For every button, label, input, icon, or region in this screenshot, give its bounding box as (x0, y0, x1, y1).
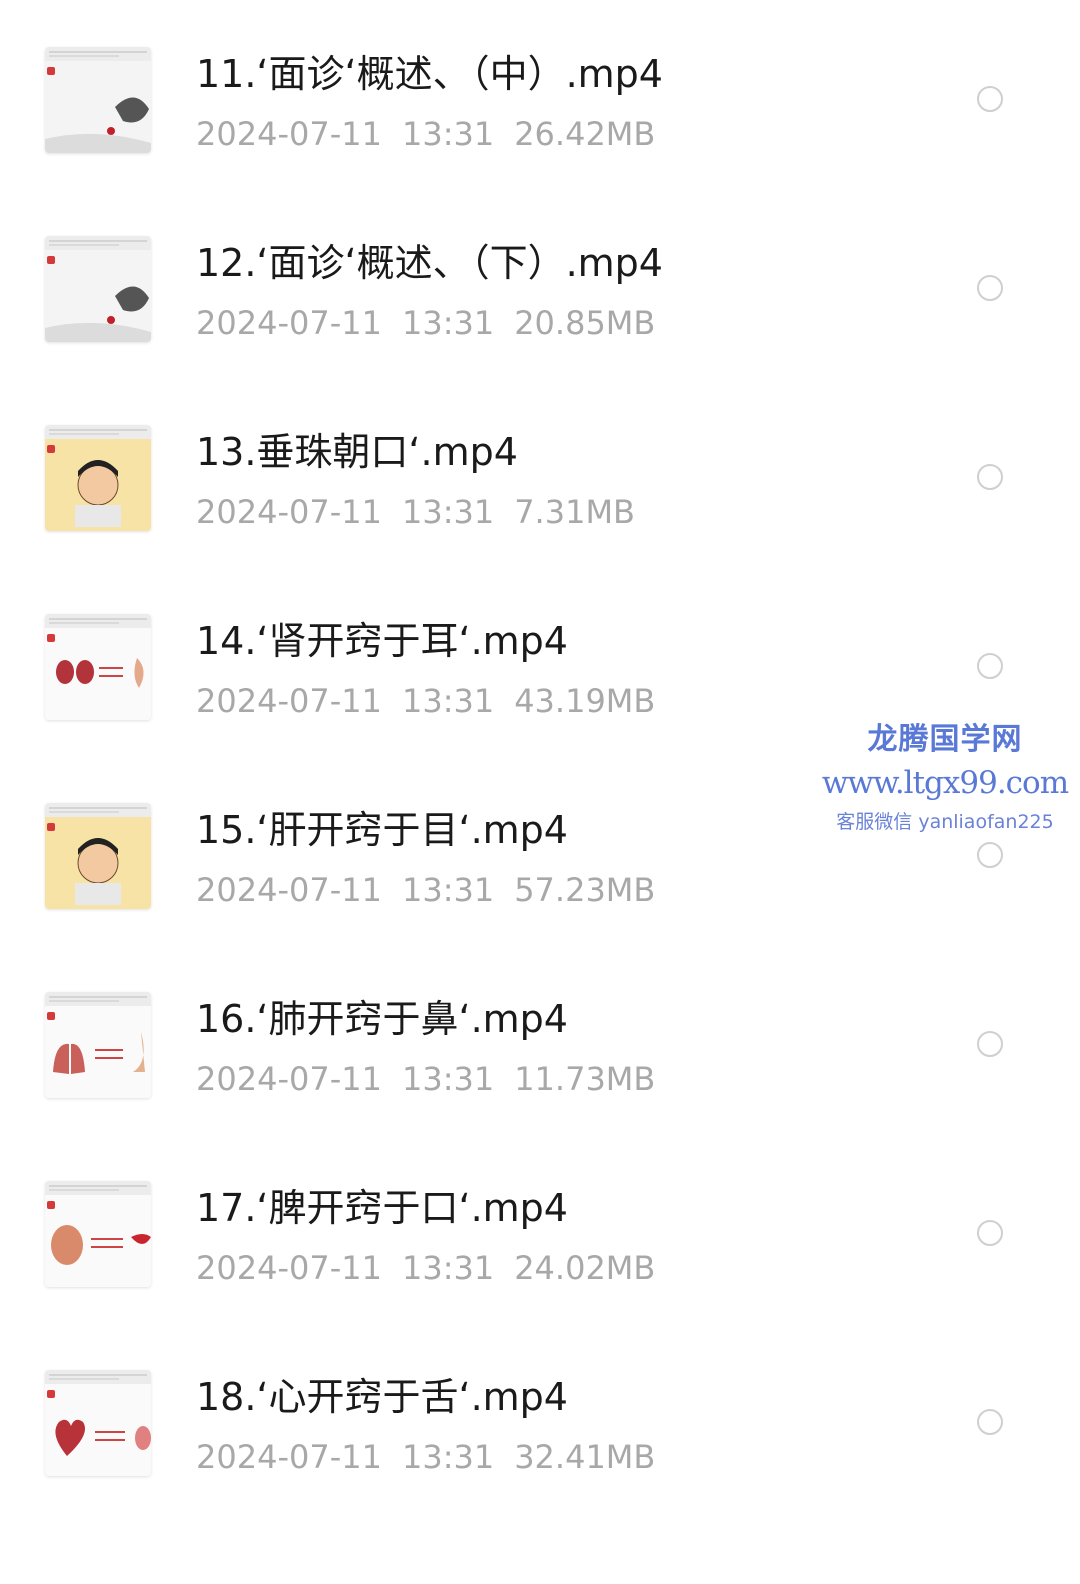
select-radio[interactable] (977, 86, 1003, 112)
file-time: 13:31 (401, 871, 495, 909)
file-meta: 2024-07-11 13:31 43.19MB (196, 679, 675, 723)
file-meta: 2024-07-11 13:31 57.23MB (196, 868, 675, 912)
file-name: 15.‘肝开窍于目‘.mp4 (196, 808, 568, 852)
file-time: 13:31 (401, 304, 495, 342)
file-meta: 2024-07-11 13:31 24.02MB (196, 1246, 675, 1290)
file-time: 13:31 (401, 682, 495, 720)
file-row[interactable]: 16.‘肺开窍于鼻‘.mp4 2024-07-11 13:31 11.73MB (0, 945, 1080, 1134)
thumb-slide-ink-icon (45, 236, 151, 342)
file-name: 16.‘肺开窍于鼻‘.mp4 (196, 997, 568, 1041)
file-name: 12.‘面诊‘概述、（下）.mp4 (196, 241, 663, 285)
thumb-slide-spleen-mouth-icon (45, 1181, 151, 1287)
file-date: 2024-07-11 (196, 871, 382, 909)
file-name: 14.‘肾开窍于耳‘.mp4 (196, 619, 568, 663)
select-radio[interactable] (977, 464, 1003, 490)
file-time: 13:31 (401, 1249, 495, 1287)
file-date: 2024-07-11 (196, 304, 382, 342)
select-radio[interactable] (977, 275, 1003, 301)
file-time: 13:31 (401, 1438, 495, 1476)
thumb-slide-face-icon (45, 803, 151, 909)
file-name: 17.‘脾开窍于口‘.mp4 (196, 1186, 568, 1230)
thumb-slide-kidney-ear-icon (45, 614, 151, 720)
file-size: 32.41MB (514, 1438, 656, 1476)
file-size: 43.19MB (514, 682, 656, 720)
thumb-slide-ink-icon (45, 47, 151, 153)
file-row[interactable]: 17.‘脾开窍于口‘.mp4 2024-07-11 13:31 24.02MB (0, 1134, 1080, 1323)
file-meta: 2024-07-11 13:31 32.41MB (196, 1435, 675, 1479)
thumb-slide-lung-nose-icon (45, 992, 151, 1098)
select-radio[interactable] (977, 1220, 1003, 1246)
select-radio[interactable] (977, 1409, 1003, 1435)
file-date: 2024-07-11 (196, 1249, 382, 1287)
select-radio[interactable] (977, 842, 1003, 868)
file-size: 7.31MB (514, 493, 635, 531)
thumb-slide-heart-tongue-icon (45, 1370, 151, 1476)
watermark: 龙腾国学网 www.ltgx99.com 客服微信 yanliaofan225 (820, 718, 1070, 840)
file-date: 2024-07-11 (196, 115, 382, 153)
file-date: 2024-07-11 (196, 493, 382, 531)
file-meta: 2024-07-11 13:31 7.31MB (196, 490, 655, 534)
file-row[interactable]: 13.垂珠朝口‘.mp4 2024-07-11 13:31 7.31MB (0, 378, 1080, 567)
file-name: 18.‘心开窍于舌‘.mp4 (196, 1375, 568, 1419)
file-size: 26.42MB (514, 115, 656, 153)
file-meta: 2024-07-11 13:31 11.73MB (196, 1057, 675, 1101)
file-date: 2024-07-11 (196, 1060, 382, 1098)
watermark-title: 龙腾国学网 (867, 722, 1023, 757)
file-meta: 2024-07-11 13:31 20.85MB (196, 301, 675, 345)
file-time: 13:31 (401, 115, 495, 153)
file-row[interactable]: 18.‘心开窍于舌‘.mp4 2024-07-11 13:31 32.41MB (0, 1323, 1080, 1512)
file-meta: 2024-07-11 13:31 26.42MB (196, 112, 675, 156)
file-date: 2024-07-11 (196, 682, 382, 720)
file-size: 11.73MB (514, 1060, 656, 1098)
file-name: 13.垂珠朝口‘.mp4 (196, 430, 518, 474)
file-date: 2024-07-11 (196, 1438, 382, 1476)
file-time: 13:31 (401, 493, 495, 531)
watermark-url: www.ltgx99.com (821, 765, 1069, 801)
file-row[interactable]: 11.‘面诊‘概述、（中）.mp4 2024-07-11 13:31 26.42MB (0, 0, 1080, 189)
file-row[interactable]: 12.‘面诊‘概述、（下）.mp4 2024-07-11 13:31 20.85MB (0, 189, 1080, 378)
file-name: 11.‘面诊‘概述、（中）.mp4 (196, 52, 663, 96)
thumb-slide-face-icon (45, 425, 151, 531)
watermark-contact: 客服微信 yanliaofan225 (836, 811, 1054, 833)
file-size: 20.85MB (514, 304, 656, 342)
file-size: 24.02MB (514, 1249, 656, 1287)
file-size: 57.23MB (514, 871, 656, 909)
file-time: 13:31 (401, 1060, 495, 1098)
select-radio[interactable] (977, 653, 1003, 679)
select-radio[interactable] (977, 1031, 1003, 1057)
